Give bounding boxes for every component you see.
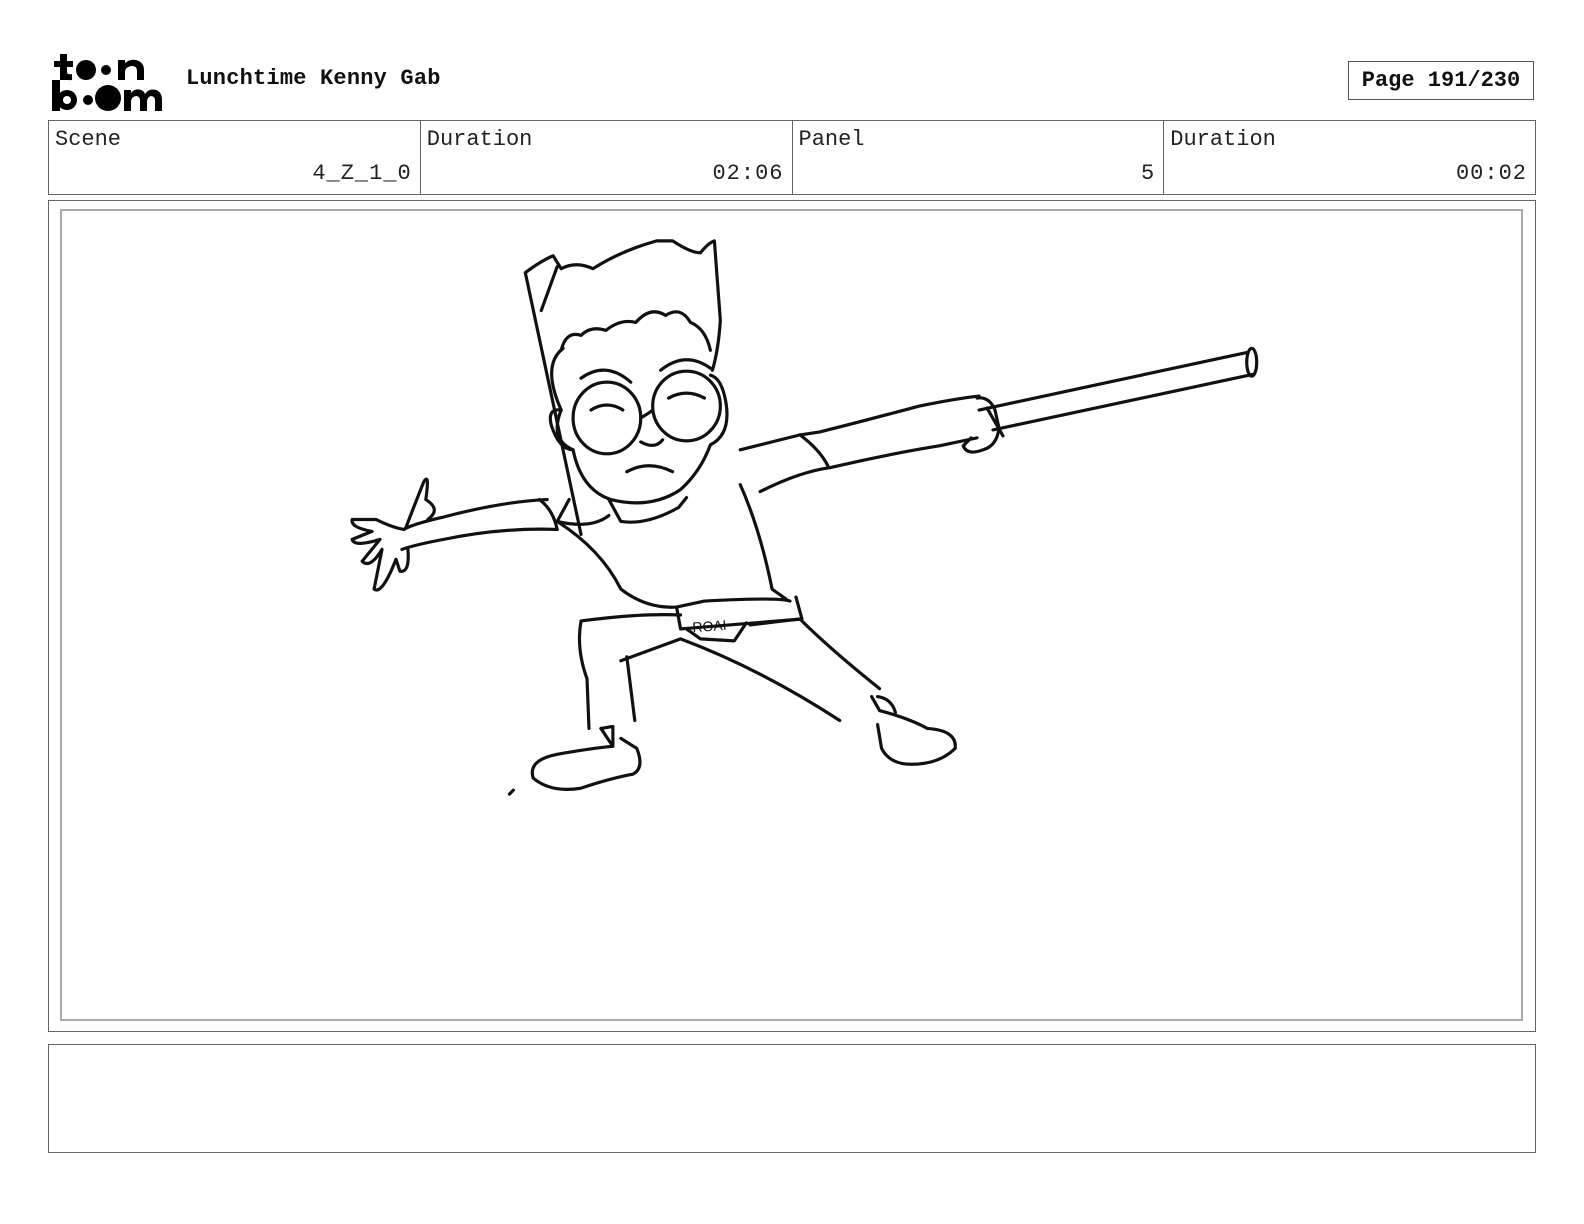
panel-cell: Panel 5: [793, 121, 1165, 194]
storyboard-panel-frame: ROAI: [48, 200, 1536, 1032]
scene-info-row: Scene 4_Z_1_0 Duration 02:06 Panel 5 Dur…: [48, 120, 1536, 195]
scene-duration-cell: Duration 02:06: [421, 121, 793, 194]
glasses-right: [651, 369, 722, 443]
right-shoe: [870, 695, 957, 766]
toon-boom-logo: [50, 50, 164, 112]
belt-text: ROAI: [692, 617, 727, 635]
panel-notes-box: [48, 1044, 1536, 1153]
glasses-left: [571, 380, 643, 456]
panel-duration-value: 00:02: [1455, 161, 1527, 186]
storyboard-panel-canvas: ROAI: [60, 209, 1523, 1021]
mouth: [625, 464, 675, 474]
toon-boom-logo-mark: [52, 54, 162, 111]
character-sketch: ROAI: [350, 239, 1259, 796]
panel-duration-label: Duration: [1170, 127, 1276, 152]
left-arm: [402, 497, 549, 532]
panel-value: 5: [1141, 161, 1156, 186]
page-indicator: Page 191/230: [1348, 61, 1534, 100]
stick: [977, 350, 1250, 412]
scene-value: 4_Z_1_0: [312, 161, 412, 186]
left-hand: [350, 517, 410, 592]
torso-outline: [555, 519, 792, 609]
project-title: Lunchtime Kenny Gab: [186, 66, 441, 91]
panel-duration-cell: Duration 00:02: [1164, 121, 1535, 194]
scene-duration-label: Duration: [426, 127, 533, 152]
panel-label: Panel: [798, 127, 865, 152]
scene-cell: Scene 4_Z_1_0: [49, 121, 421, 194]
scene-duration-value: 02:06: [712, 161, 784, 186]
left-shoe: [530, 726, 642, 791]
right-arm: [738, 394, 981, 452]
scene-label: Scene: [55, 127, 122, 152]
